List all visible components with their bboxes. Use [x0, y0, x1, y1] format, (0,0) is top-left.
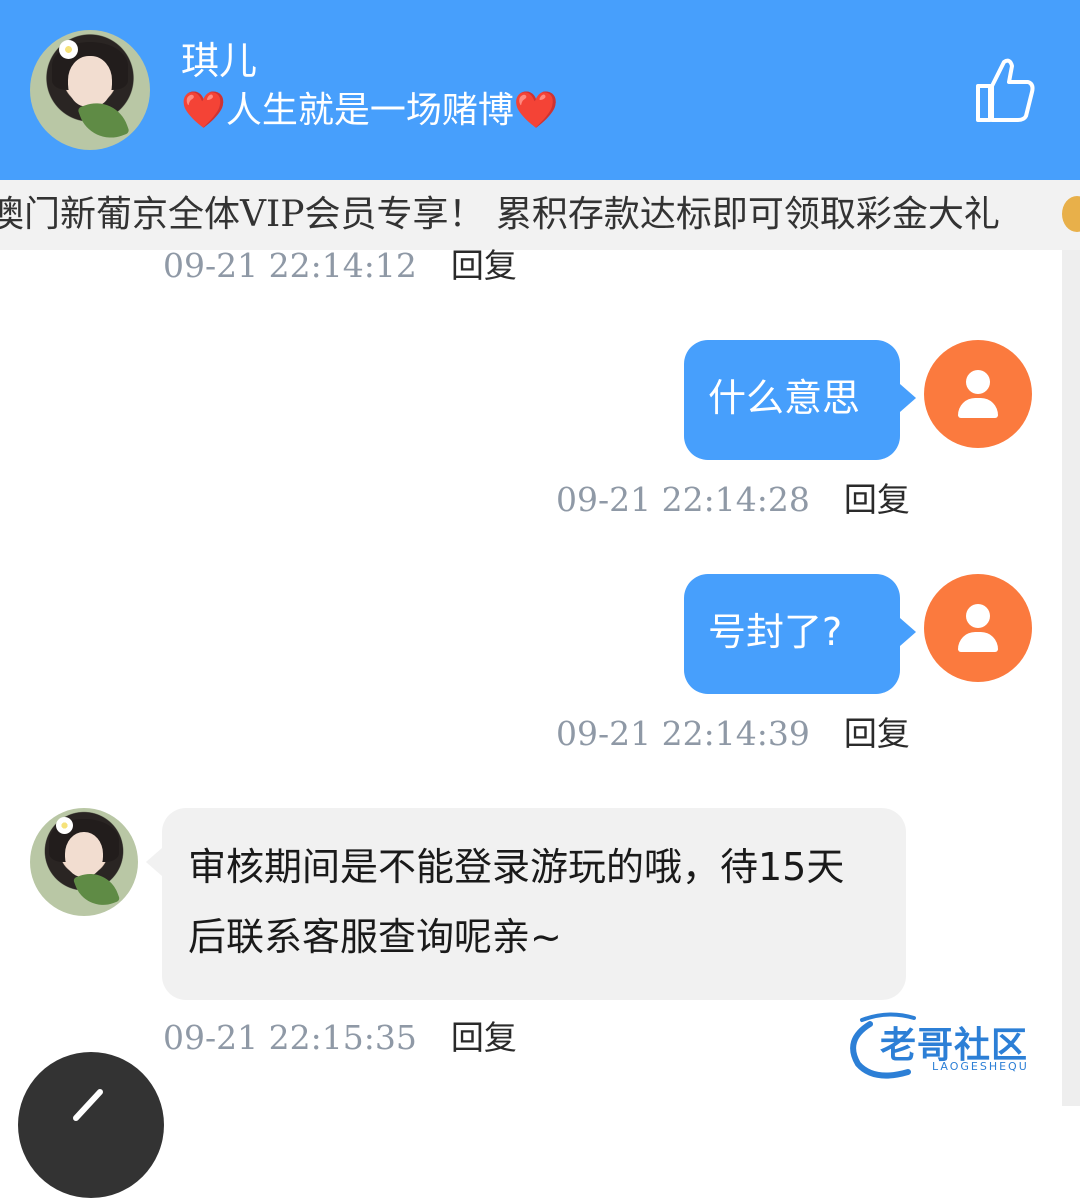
user-head-icon [966, 604, 990, 628]
reply-button[interactable]: 回复 [844, 480, 910, 519]
user-body-icon [958, 632, 998, 652]
avatar-flower [55, 816, 74, 834]
message-meta: 09-21 22:14:39 回复 [556, 714, 910, 754]
user-avatar[interactable] [924, 574, 1032, 682]
marquee-text: 澳门新葡京全体VIP会员专享！ 累积存款达标即可领取彩金大礼 [0, 194, 1000, 235]
message-time: 09-21 22:15:35 [163, 1018, 417, 1057]
user-body-icon [958, 398, 998, 418]
reply-button[interactable]: 回复 [451, 246, 517, 285]
heart-icon: ❤️ [513, 90, 559, 131]
message-text: 号封了? [708, 610, 843, 654]
message-meta: 09-21 22:14:28 回复 [556, 480, 910, 520]
message-bubble-outgoing[interactable]: 什么意思 [684, 340, 916, 460]
watermark-subtext: LAOGESHEQU [932, 1060, 1029, 1073]
edit-pencil-icon [73, 1089, 103, 1121]
message-meta: 09-21 22:15:35 回复 [163, 1018, 517, 1058]
reply-button[interactable]: 回复 [844, 714, 910, 753]
watermark-logo: 老哥社区 LAOGESHEQU [840, 1010, 1064, 1082]
heart-icon: ❤️ [181, 90, 226, 131]
contact-signature: ❤️人生就是一场赌博❤️ [181, 88, 559, 134]
message-time: 09-21 22:14:28 [556, 480, 810, 519]
announcement-marquee[interactable]: 澳门新葡京全体VIP会员专享！ 累积存款达标即可领取彩金大礼 [0, 180, 1080, 250]
user-head-icon [966, 370, 990, 394]
message-text: 什么意思 [708, 376, 861, 420]
chat-header: 琪儿 ❤️人生就是一场赌博❤️ [0, 0, 1080, 180]
message-bubble-incoming[interactable]: 审核期间是不能登录游玩的哦，待15天后联系客服查询呢亲~ [146, 808, 906, 1000]
compose-button[interactable] [18, 1052, 164, 1198]
message-text: 审核期间是不能登录游玩的哦，待15天后联系客服查询呢亲~ [188, 845, 845, 959]
thumbs-up-icon[interactable] [972, 54, 1038, 126]
user-avatar[interactable] [924, 340, 1032, 448]
contact-name: 琪儿 [181, 39, 258, 83]
contact-avatar[interactable] [30, 808, 138, 916]
message-time: 09-21 22:14:12 [163, 246, 417, 285]
signature-text: 人生就是一场赌博 [225, 90, 514, 131]
contact-avatar[interactable] [30, 30, 150, 150]
scrollbar[interactable] [1062, 250, 1080, 1106]
message-bubble-outgoing[interactable]: 号封了? [684, 574, 916, 694]
message-meta: 09-21 22:14:12 回复 [163, 246, 517, 286]
reply-button[interactable]: 回复 [451, 1018, 517, 1057]
message-time: 09-21 22:14:39 [556, 714, 810, 753]
avatar-face [64, 831, 104, 878]
avatar-face [68, 56, 112, 107]
avatar-flower [58, 39, 78, 59]
